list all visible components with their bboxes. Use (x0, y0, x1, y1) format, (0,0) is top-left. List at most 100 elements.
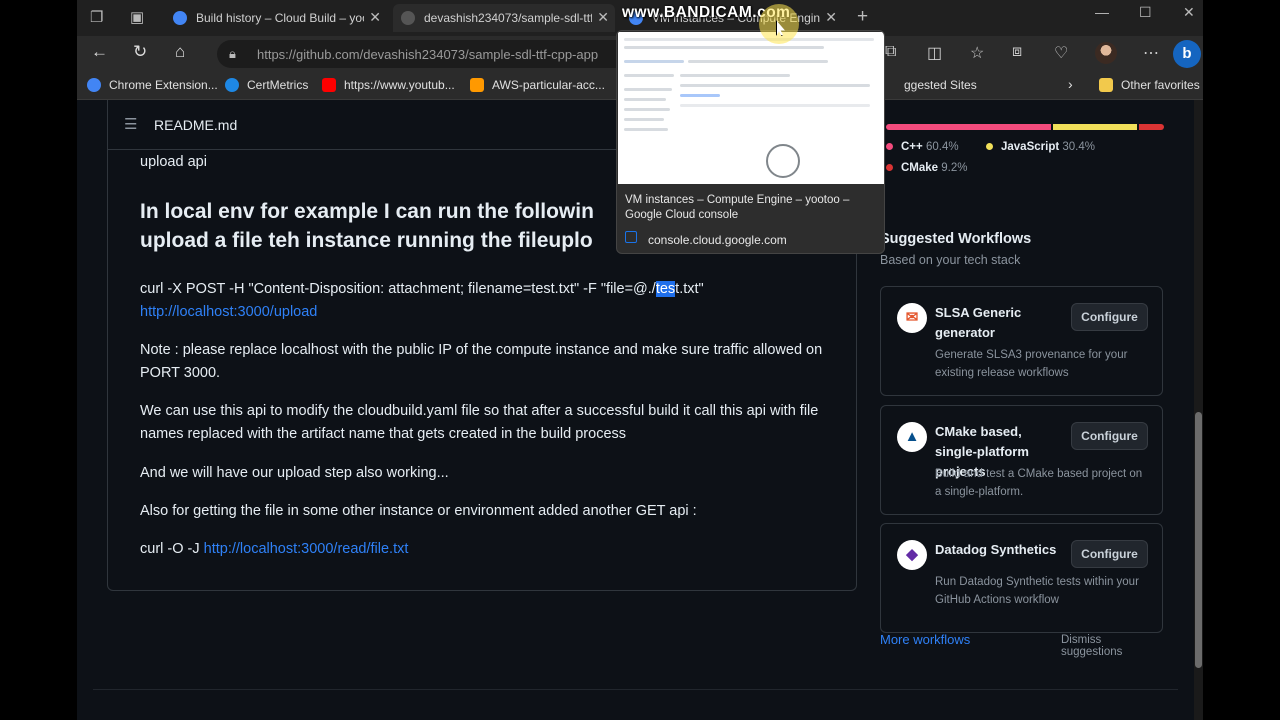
workflow-card-slsa: ✉ SLSA Generic generator Generate SLSA3 … (880, 286, 1163, 396)
thumbnail-line (624, 98, 666, 101)
thumbnail-line (624, 60, 684, 63)
command-text: t.txt" (675, 281, 704, 297)
home-icon[interactable]: ⌂ (175, 42, 185, 62)
screen: ❐ ▣ Build history – Cloud Build – yoo ✕ … (0, 0, 1280, 720)
favorite-chrome-extension[interactable]: Chrome Extension... (87, 78, 218, 92)
preview-title: VM instances – Compute Engine – yootoo –… (625, 194, 850, 221)
maximize-icon[interactable]: ☐ (1139, 4, 1152, 21)
command-text: curl -X POST -H "Content-Disposition: at… (140, 281, 656, 297)
dismiss-suggestions-button[interactable]: Dismiss suggestions (1061, 634, 1163, 658)
thumbnail-line (624, 128, 668, 131)
lock-icon[interactable]: 🔒︎ (229, 46, 236, 62)
language-dot-icon (986, 143, 993, 150)
language-percent: 30.4% (1062, 141, 1095, 153)
tab-actions-icon[interactable]: ▣ (130, 8, 144, 26)
youtube-icon (322, 78, 336, 92)
upload-link[interactable]: http://localhost:3000/upload (140, 304, 317, 320)
favorite-label: CertMetrics (247, 78, 309, 92)
favorite-suggested-sites[interactable]: ggested Sites (904, 78, 977, 92)
workflow-card-datadog: ◆ Datadog Synthetics Run Datadog Synthet… (880, 523, 1163, 633)
split-screen-icon[interactable]: ◫ (927, 43, 942, 63)
thumbnail-line (680, 104, 870, 107)
profile-avatar[interactable] (1095, 42, 1117, 64)
workflow-description: Generate SLSA3 provenance for your exist… (935, 349, 1128, 379)
close-tab-icon[interactable]: ✕ (369, 9, 381, 26)
new-tab-icon[interactable]: + (857, 6, 868, 28)
extensions-icon[interactable]: ⧉ (885, 43, 896, 61)
tab-cloud-build[interactable]: Build history – Cloud Build – yoo ✕ (165, 4, 387, 32)
close-tab-icon[interactable]: ✕ (597, 9, 609, 26)
more-workflows-link[interactable]: More workflows (880, 632, 970, 647)
thumbnail-line (624, 118, 664, 121)
language-cpp[interactable]: C++ 60.4% (886, 141, 959, 153)
language-name: C++ (901, 141, 923, 153)
close-tab-icon[interactable]: ✕ (825, 9, 837, 26)
github-favicon-icon (401, 11, 415, 25)
favorite-label: AWS-particular-acc... (492, 78, 605, 92)
readme-filename: README.md (154, 117, 238, 133)
bing-copilot-icon[interactable]: b (1173, 40, 1201, 68)
text-selection: tes (655, 281, 676, 297)
minimize-icon[interactable]: — (1095, 4, 1109, 20)
configure-button[interactable]: Configure (1071, 303, 1148, 331)
favorite-label: ggested Sites (904, 78, 977, 92)
favorite-certmetrics[interactable]: CertMetrics (225, 78, 308, 92)
suggested-workflows-title: Suggested Workflows (880, 231, 1032, 247)
language-bar (886, 124, 1164, 130)
browser-essentials-icon[interactable]: ♡ (1054, 43, 1068, 63)
google-icon (87, 78, 101, 92)
repo-sidebar: C++ 60.4% JavaScript 30.4% CMake 9.2% Su… (880, 100, 1164, 720)
cloud-build-favicon-icon (173, 11, 187, 25)
thumbnail-line (624, 38, 874, 41)
url-text: https://github.com/devashish234073/sampl… (257, 47, 599, 62)
favorite-aws[interactable]: AWS-particular-acc... (470, 78, 605, 92)
tab-title: devashish234073/sample-sdl-ttf- (424, 11, 592, 25)
collections-icon[interactable]: ⧈ (1012, 43, 1022, 61)
language-dot-icon (886, 164, 893, 171)
tab-github[interactable]: devashish234073/sample-sdl-ttf- ✕ (393, 4, 615, 32)
language-percent: 9.2% (941, 162, 968, 174)
language-javascript[interactable]: JavaScript 30.4% (986, 141, 1095, 153)
back-icon[interactable]: ← (91, 42, 108, 62)
workflow-name[interactable]: SLSA Generic generator (935, 303, 1065, 343)
cmake-logo-icon: ▲ (897, 422, 927, 452)
browser-window: ❐ ▣ Build history – Cloud Build – yoo ✕ … (77, 0, 1203, 720)
readme-paragraph: Also for getting the file in some other … (140, 503, 697, 519)
favorite-youtube[interactable]: https://www.youtub... (322, 78, 455, 92)
vertical-scrollbar[interactable] (1194, 100, 1203, 720)
tab-title: Build history – Cloud Build – yoo (196, 11, 364, 25)
page-thumbnail (618, 32, 884, 184)
preview-url: console.cloud.google.com (648, 233, 787, 247)
language-segment (886, 124, 1052, 130)
configure-button[interactable]: Configure (1071, 540, 1148, 568)
more-options-icon[interactable]: ⋯ (1143, 43, 1159, 63)
language-dot-icon (886, 143, 893, 150)
favorite-label: Chrome Extension... (109, 78, 218, 92)
thumbnail-line (624, 74, 674, 77)
readme-paragraph: We can use this api to modify the cloudb… (140, 403, 819, 442)
refresh-icon[interactable]: ↻ (133, 42, 147, 62)
thumbnail-line (688, 60, 828, 63)
heading-line: In local env for example I can run the f… (140, 200, 594, 223)
favorite-label: Other favorites (1121, 78, 1200, 92)
outline-list-icon[interactable]: ☰ (124, 115, 137, 133)
workspaces-icon[interactable]: ❐ (90, 8, 103, 26)
configure-button[interactable]: Configure (1071, 422, 1148, 450)
language-segment (1053, 124, 1137, 130)
favorite-label: https://www.youtub... (344, 78, 455, 92)
language-cmake[interactable]: CMake 9.2% (886, 162, 968, 174)
read-link[interactable]: http://localhost:3000/read/file.txt (204, 541, 409, 557)
thumbnail-line (680, 84, 870, 87)
language-percent: 60.4% (925, 141, 959, 153)
readme-paragraph: And we will have our upload step also wo… (140, 465, 449, 481)
slsa-logo-icon: ✉ (897, 303, 927, 333)
language-name: CMake (901, 162, 939, 174)
tab-hover-preview[interactable]: VM instances – Compute Engine – yootoo –… (616, 30, 885, 254)
workflow-name[interactable]: Datadog Synthetics (935, 540, 1065, 560)
favorites-icon[interactable]: ☆ (970, 43, 984, 63)
chevron-right-icon[interactable]: › (1068, 76, 1073, 92)
scrollbar-thumb[interactable] (1195, 412, 1202, 668)
favorite-other[interactable]: Other favorites (1099, 78, 1200, 92)
close-window-icon[interactable]: ✕ (1183, 4, 1195, 21)
divider (93, 689, 1178, 690)
